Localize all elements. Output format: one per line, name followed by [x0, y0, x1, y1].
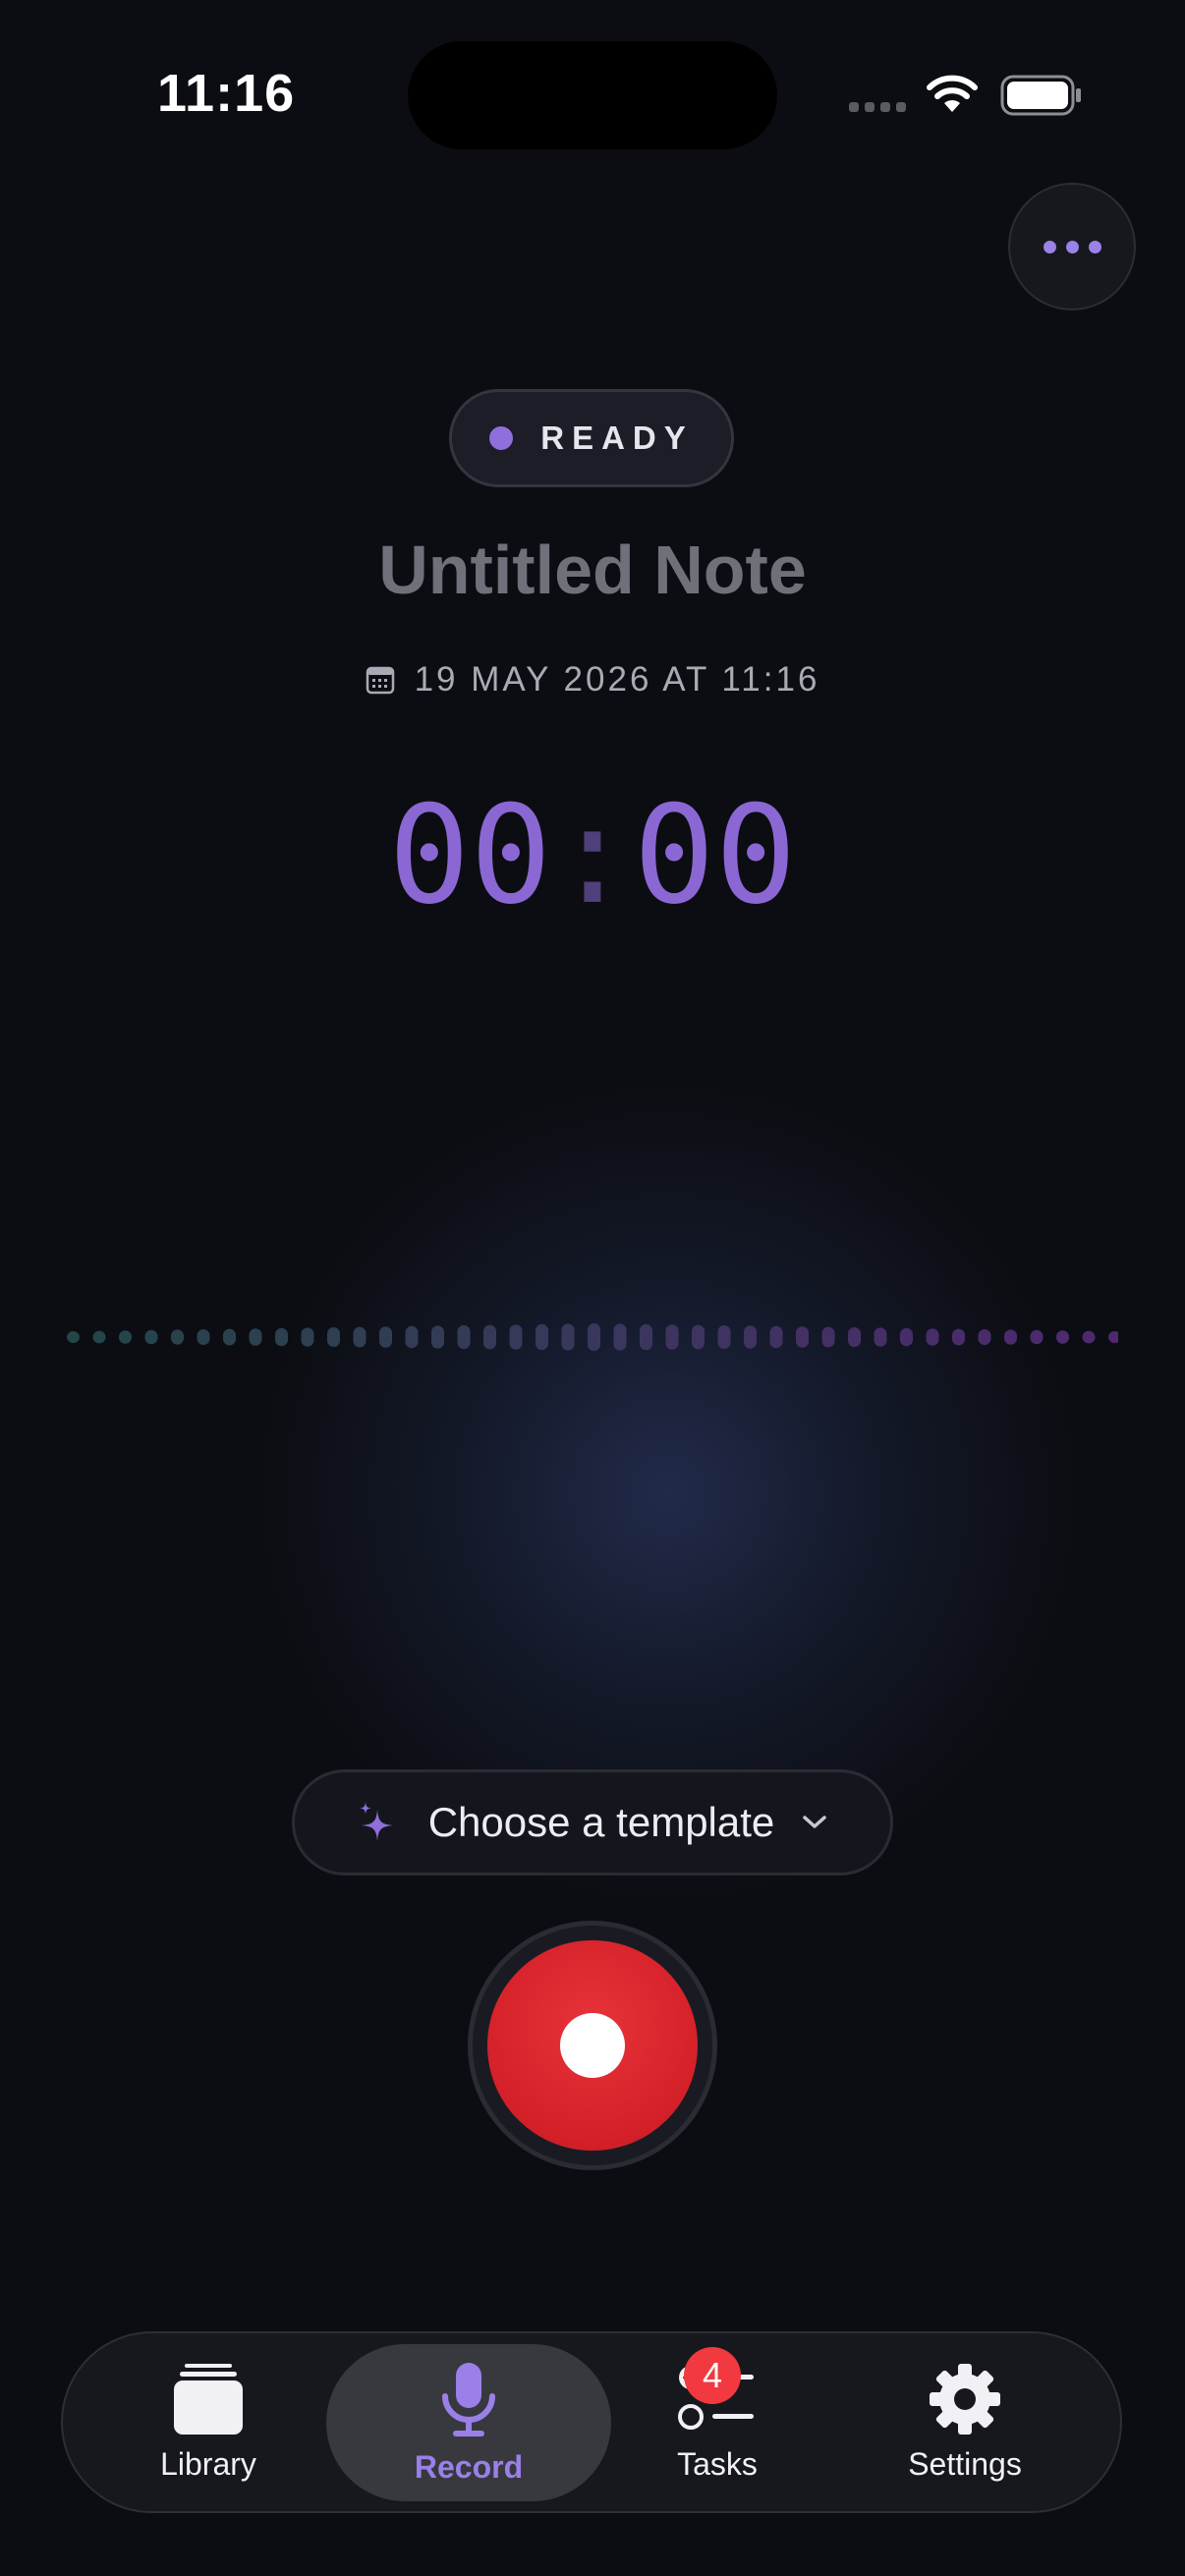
waveform-bar: [1082, 1330, 1096, 1344]
waveform-bar: [197, 1329, 210, 1345]
battery-icon: [1000, 75, 1081, 116]
timer-seconds: 00: [633, 776, 797, 934]
waveform-bar: [457, 1325, 471, 1349]
more-options-button[interactable]: [1008, 183, 1136, 310]
timer-minutes: 00: [388, 776, 552, 934]
template-picker-button[interactable]: Choose a template: [292, 1769, 893, 1876]
calendar-icon: [366, 666, 394, 695]
chevron-down-icon: [803, 1816, 827, 1828]
waveform-bar: [119, 1330, 132, 1344]
waveform-bar: [327, 1327, 340, 1347]
waveform-bar: [67, 1331, 80, 1343]
waveform-bar: [874, 1327, 887, 1347]
waveform-bar: [275, 1327, 288, 1347]
status-time: 11:16: [157, 64, 296, 123]
note-title[interactable]: Untitled Note: [0, 531, 1185, 609]
more-dot-icon: [1088, 240, 1101, 253]
waveform-bar: [92, 1330, 106, 1344]
tab-tasks-label: Tasks: [677, 2446, 758, 2482]
status-dot-icon: [489, 426, 514, 450]
waveform-bar: [405, 1325, 419, 1349]
waveform-bar: [613, 1323, 627, 1351]
waveform-bar: [640, 1323, 652, 1351]
sparkles-icon: [359, 1802, 393, 1841]
record-button[interactable]: [487, 1940, 698, 2151]
note-date-row: 19 MAY 2026 AT 11:16: [0, 660, 1185, 700]
gear-icon: [930, 2364, 1000, 2435]
waveform-bar: [926, 1328, 939, 1346]
more-dot-icon: [1043, 240, 1056, 253]
waveform-bar: [796, 1326, 809, 1348]
status-label: READY: [540, 420, 694, 456]
template-picker-label: Choose a template: [427, 1799, 775, 1845]
tab-settings[interactable]: Settings: [822, 2333, 1107, 2511]
waveform-bar: [301, 1327, 314, 1347]
status-badge: READY: [449, 389, 734, 487]
waveform-bar: [1056, 1330, 1069, 1344]
cellular-signal-icon: [849, 102, 906, 112]
dynamic-island: [408, 41, 777, 149]
waveform-bar: [900, 1327, 913, 1347]
tab-library-label: Library: [160, 2446, 256, 2482]
waveform-bar: [952, 1328, 965, 1346]
waveform-bar: [509, 1324, 523, 1350]
waveform-bar: [1004, 1329, 1017, 1345]
waveform-bar: [483, 1324, 496, 1350]
wifi-icon: [927, 75, 978, 112]
tasks-count-badge: 4: [684, 2347, 741, 2404]
waveform-bar: [431, 1325, 444, 1349]
waveform-bar: [536, 1323, 548, 1351]
waveform-visualizer: [67, 1323, 1118, 1351]
waveform-bar: [588, 1323, 600, 1351]
tab-library[interactable]: Library: [66, 2333, 351, 2511]
tab-record-label: Record: [414, 2448, 524, 2485]
recording-timer: 00:00: [0, 776, 1185, 934]
waveform-bar: [665, 1324, 679, 1350]
waveform-bar: [769, 1325, 783, 1349]
background-glow: [0, 0, 1185, 2576]
waveform-bar: [1030, 1329, 1044, 1345]
waveform-bar: [821, 1326, 835, 1348]
note-date: 19 MAY 2026 AT 11:16: [414, 660, 820, 699]
waveform-bar: [744, 1325, 757, 1349]
tab-settings-label: Settings: [908, 2446, 1022, 2482]
waveform-bar: [379, 1326, 392, 1348]
waveform-bar: [978, 1329, 991, 1345]
waveform-bar: [171, 1329, 184, 1345]
waveform-bar: [561, 1323, 575, 1351]
waveform-bar: [1108, 1331, 1118, 1343]
waveform-bar: [692, 1324, 705, 1350]
record-dot-icon: [560, 2013, 625, 2078]
microphone-icon: [442, 2362, 495, 2436]
tab-bar: Library Record Tasks Settings: [61, 2331, 1122, 2513]
waveform-bar: [144, 1329, 158, 1345]
waveform-bar: [223, 1328, 236, 1346]
waveform-bar: [353, 1326, 367, 1348]
tab-record[interactable]: Record: [326, 2344, 611, 2501]
waveform-bar: [848, 1327, 861, 1347]
more-dot-icon: [1065, 240, 1079, 253]
timer-separator: :: [551, 776, 634, 934]
record-button-ring: [468, 1921, 717, 2170]
library-icon: [174, 2364, 243, 2435]
waveform-bar: [249, 1328, 262, 1346]
waveform-bar: [717, 1325, 731, 1349]
